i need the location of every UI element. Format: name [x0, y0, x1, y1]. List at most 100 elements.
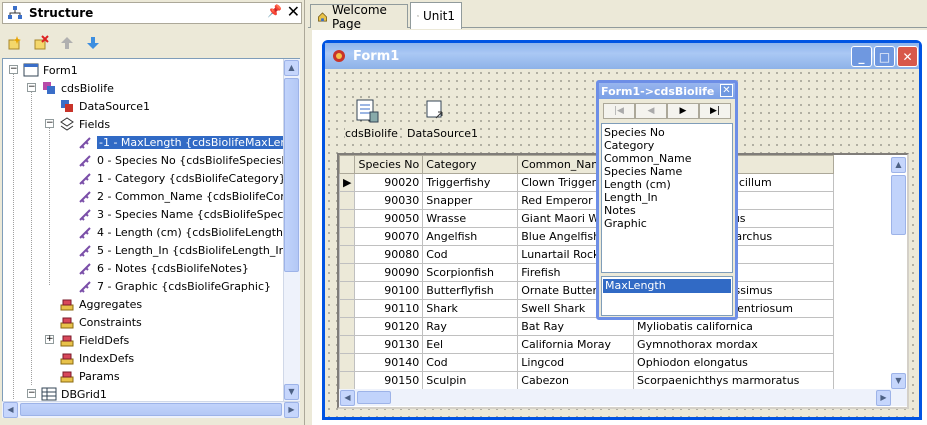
table-cell[interactable]: Scorpaenichthys marmoratus: [633, 371, 835, 390]
tree-item-aggregates[interactable]: Aggregates: [59, 295, 142, 313]
cdsbiolife-component[interactable]: [353, 97, 381, 125]
tree-item-field[interactable]: 6 - Notes {cdsBiolifeNotes}: [77, 259, 249, 277]
table-cell[interactable]: Cod: [422, 245, 519, 264]
grid-scroll-right-icon[interactable]: ▶: [876, 390, 891, 406]
tree-item-field[interactable]: 5 - Length_In {cdsBiolifeLength_In}: [77, 241, 293, 259]
tree-item-fielddefs[interactable]: FieldDefs: [59, 331, 129, 349]
table-cell[interactable]: Eel: [422, 335, 519, 354]
table-cell[interactable]: 90140: [354, 353, 424, 372]
table-row[interactable]: 90100ButterflyfishOrnate ButterflyfishCh…: [338, 281, 835, 300]
tree-item-field[interactable]: 1 - Category {cdsBiolifeCategory}: [77, 169, 286, 187]
nav-prior-button[interactable]: ◀: [635, 103, 667, 119]
fields-editor-close-button[interactable]: ✕: [720, 84, 733, 97]
scroll-up-icon[interactable]: ▲: [284, 60, 299, 76]
tree-item-form1[interactable]: Form1: [23, 61, 78, 79]
table-cell[interactable]: 90020: [354, 173, 424, 192]
structure-tree[interactable]: − − − + − Form1 cdsBiolife DataSource1 F…: [2, 58, 300, 402]
pin-icon[interactable]: 📌: [267, 4, 282, 18]
delete-item-icon[interactable]: [32, 34, 50, 52]
scroll-left-icon[interactable]: ◀: [3, 402, 18, 418]
grid-hscrollbar[interactable]: [339, 389, 907, 406]
table-cell[interactable]: 90130: [354, 335, 424, 354]
tab-welcome-page[interactable]: Welcome Page: [310, 3, 408, 31]
table-cell[interactable]: 90150: [354, 371, 424, 390]
close-icon[interactable]: ✕: [287, 2, 300, 21]
table-cell[interactable]: Myliobatis californica: [633, 317, 835, 336]
tree-item-field[interactable]: 3 - Species Name {cdsBiolifeSpeciesNan: [77, 205, 299, 223]
table-cell[interactable]: Wrasse: [422, 209, 519, 228]
grid-scroll-left-icon[interactable]: ◀: [340, 390, 355, 406]
minimize-button[interactable]: _: [851, 46, 872, 67]
nav-first-button[interactable]: |◀: [603, 103, 635, 119]
table-cell[interactable]: Cabezon: [517, 371, 635, 390]
table-cell[interactable]: California Moray: [517, 335, 635, 354]
table-row[interactable]: 90110SharkSwell SharkCephaloscyllium ven…: [338, 299, 835, 318]
table-row[interactable]: 90120 Ray Bat Ray Myliobatis californica: [338, 317, 835, 336]
grid-scroll-thumb[interactable]: [891, 175, 906, 235]
nav-last-button[interactable]: ▶|: [699, 103, 731, 119]
tree-item-indexdefs[interactable]: IndexDefs: [59, 349, 134, 367]
table-row[interactable]: 90030SnapperRed EmperorLutjanus sebae: [338, 191, 835, 210]
fields-list[interactable]: Species No Category Common_Name Species Nam…: [601, 123, 733, 273]
table-cell[interactable]: 90100: [354, 281, 424, 300]
table-cell[interactable]: Ophiodon elongatus: [633, 353, 835, 372]
field-item[interactable]: Species No: [604, 126, 730, 139]
table-cell[interactable]: 90050: [354, 209, 424, 228]
table-row[interactable]: 90050WrasseGiant Maori WrasseCheilinus u…: [338, 209, 835, 228]
tree-item-field[interactable]: -1 - MaxLength {cdsBiolifeMaxLength}: [77, 133, 299, 151]
tree-item-field[interactable]: 7 - Graphic {cdsBiolifeGraphic}: [77, 277, 271, 295]
move-up-icon[interactable]: [58, 34, 76, 52]
table-cell[interactable]: Angelfish: [422, 227, 519, 246]
table-cell[interactable]: Shark: [422, 299, 519, 318]
tree-item-field[interactable]: 4 - Length (cm) {cdsBiolifeLengthcm}: [77, 223, 299, 241]
field-item-maxlength[interactable]: MaxLength: [603, 279, 731, 293]
table-cell[interactable]: 90120: [354, 317, 424, 336]
table-cell[interactable]: Ray: [422, 317, 519, 336]
column-header[interactable]: Category: [422, 155, 519, 174]
tab-unit1[interactable]: Unit1: [410, 2, 462, 29]
grid-scroll-up-icon[interactable]: ▲: [891, 157, 906, 173]
grid-scroll-down-icon[interactable]: ▼: [891, 373, 906, 389]
table-cell[interactable]: Butterflyfish: [422, 281, 519, 300]
close-button[interactable]: ✕: [897, 46, 918, 67]
table-cell[interactable]: Cod: [422, 353, 519, 372]
tree-item-cdsbiolife[interactable]: cdsBiolife: [41, 79, 114, 97]
table-cell[interactable]: Triggerfishy: [422, 173, 519, 192]
tree-item-field[interactable]: 0 - Species No {cdsBiolifeSpeciesNo}: [77, 151, 299, 169]
extra-fields-list[interactable]: MaxLength: [601, 276, 733, 316]
table-cell[interactable]: 90030: [354, 191, 424, 210]
table-cell[interactable]: Lingcod: [517, 353, 635, 372]
field-item[interactable]: Common_Name: [604, 152, 730, 165]
tree-item-params[interactable]: Params: [59, 367, 120, 385]
table-cell[interactable]: 90090: [354, 263, 424, 282]
field-item[interactable]: Species Name: [604, 165, 730, 178]
table-cell[interactable]: 90080: [354, 245, 424, 264]
tree-item-constraints[interactable]: Constraints: [59, 313, 142, 331]
fields-editor[interactable]: Form1->cdsBiolife ✕ |◀ ◀ ▶ ▶| Species No…: [596, 80, 738, 320]
column-header[interactable]: Species No: [354, 155, 424, 174]
field-item[interactable]: Notes: [604, 204, 730, 217]
scroll-down-icon[interactable]: ▼: [284, 384, 299, 400]
move-down-icon[interactable]: [84, 34, 102, 52]
tree-item-dbgrid1[interactable]: DBGrid1: [41, 385, 107, 401]
datasource1-component[interactable]: [423, 97, 451, 125]
table-cell[interactable]: Snapper: [422, 191, 519, 210]
table-row[interactable]: 90150 Sculpin Cabezon Scorpaenichthys marmo…: [338, 371, 835, 390]
table-cell[interactable]: 90070: [354, 227, 424, 246]
table-row[interactable]: ▶90020TriggerfishyClown TriggerfishBalli…: [338, 173, 835, 192]
field-item[interactable]: Length (cm): [604, 178, 730, 191]
tree-scroll-thumb[interactable]: [284, 78, 299, 272]
new-item-icon[interactable]: [6, 34, 24, 52]
maximize-button[interactable]: □: [874, 46, 895, 67]
tree-item-field[interactable]: 2 - Common_Name {cdsBiolifeCommon_: [77, 187, 299, 205]
table-cell[interactable]: Sculpin: [422, 371, 519, 390]
table-row[interactable]: 90130 Eel California Moray Gymnothorax mord…: [338, 335, 835, 354]
tree-hscroll-thumb[interactable]: [20, 403, 282, 416]
table-cell[interactable]: 90110: [354, 299, 424, 318]
tree-item-fields[interactable]: Fields: [59, 115, 110, 133]
table-row[interactable]: 90090ScorpionfishFirefishPterois volitan…: [338, 263, 835, 282]
grid-hscroll-thumb[interactable]: [357, 391, 391, 404]
field-item[interactable]: Category: [604, 139, 730, 152]
table-cell[interactable]: Bat Ray: [517, 317, 635, 336]
field-item[interactable]: Length_In: [604, 191, 730, 204]
